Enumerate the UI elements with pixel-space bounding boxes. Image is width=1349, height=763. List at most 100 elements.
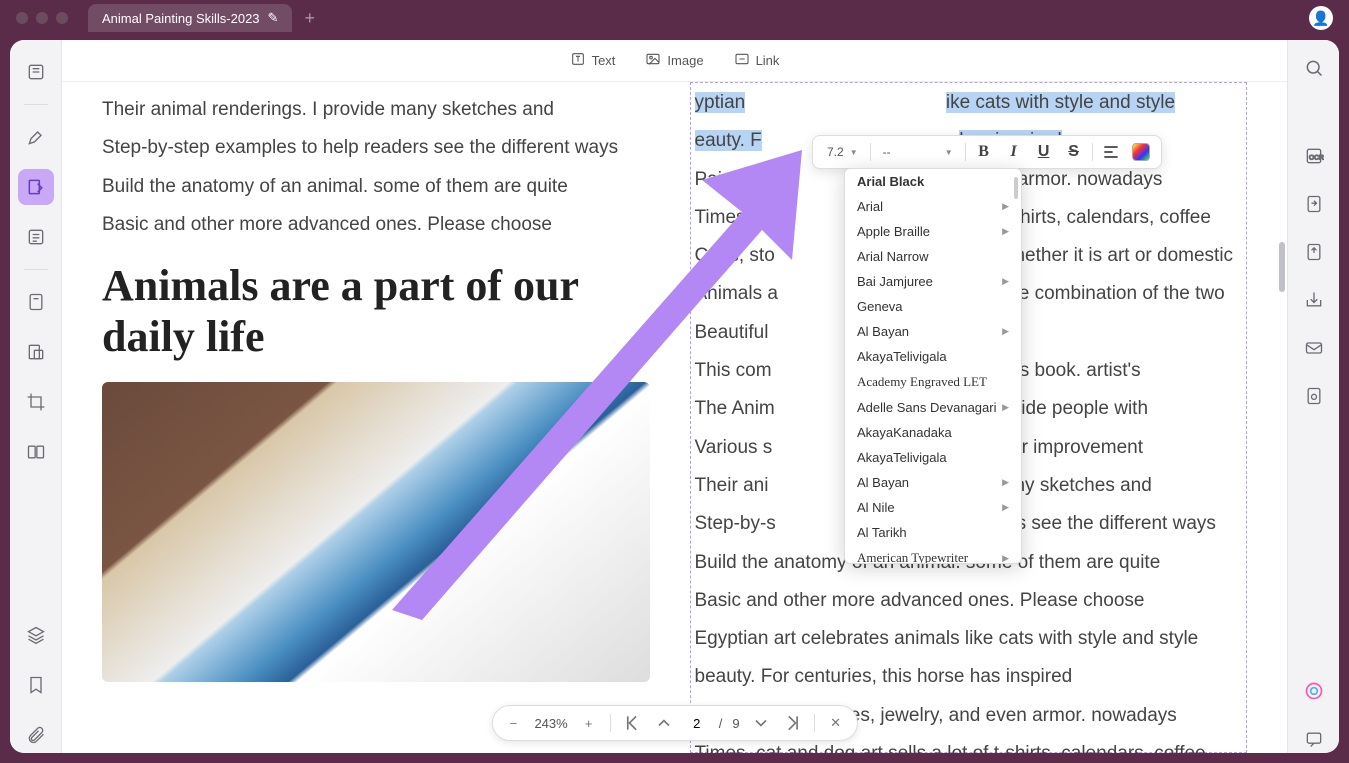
body-text: Egyptian art celebrates animals like cat… (695, 623, 1243, 655)
insert-link-button[interactable]: Link (734, 51, 780, 70)
body-text: Step-by-step examples to help readers se… (102, 132, 650, 164)
font-option[interactable]: Al Tarikh (845, 520, 1021, 545)
chevron-right-icon: ▶ (1002, 553, 1009, 564)
chevron-right-icon: ▶ (1002, 502, 1009, 513)
compare-tool[interactable] (18, 434, 54, 470)
font-option[interactable]: Arial Black (845, 169, 1021, 194)
body-text: Build the anatomy of an animal. some of … (102, 171, 650, 203)
font-option[interactable]: Arial▶ (845, 194, 1021, 219)
ai-button[interactable] (1300, 677, 1328, 705)
font-dropdown: Arial BlackArial▶Apple Braille▶Arial Nar… (844, 168, 1022, 564)
bookmark-tool[interactable] (18, 667, 54, 703)
protect-button[interactable] (1300, 382, 1328, 410)
align-button[interactable] (1097, 138, 1125, 166)
document-area: Text Image Link Their animal renderings.… (62, 40, 1287, 753)
attachment-tool[interactable] (18, 717, 54, 753)
page-tool[interactable] (18, 284, 54, 320)
scrollbar[interactable] (1277, 82, 1287, 753)
text-icon (570, 51, 586, 70)
font-option[interactable]: AkayaTelivigala (845, 344, 1021, 369)
font-option[interactable]: Geneva (845, 294, 1021, 319)
last-page-button[interactable] (782, 712, 804, 734)
article-image (102, 382, 650, 682)
zoom-level: 243% (534, 716, 567, 731)
left-column: Their animal renderings. I provide many … (102, 82, 650, 753)
minimize-window-dot[interactable] (36, 12, 48, 24)
close-pagebar-button[interactable]: ✕ (825, 712, 847, 734)
close-window-dot[interactable] (16, 12, 28, 24)
highlight-tool[interactable] (18, 119, 54, 155)
font-size-select[interactable]: 7.2▼ (819, 139, 866, 165)
chevron-down-icon: ▼ (850, 148, 858, 157)
insert-image-label: Image (667, 53, 703, 68)
app-frame: Text Image Link Their animal renderings.… (10, 40, 1339, 753)
underline-button[interactable]: U (1030, 138, 1058, 166)
body-text: Basic and other more advanced ones. Plea… (695, 585, 1243, 617)
font-option[interactable]: American Typewriter▶ (845, 545, 1021, 564)
font-option[interactable]: Bai Jamjuree▶ (845, 269, 1021, 294)
font-option[interactable]: AkayaKanadaka (845, 420, 1021, 445)
chevron-right-icon: ▶ (1002, 402, 1009, 413)
comments-button[interactable] (1300, 725, 1328, 753)
export-button[interactable] (1300, 238, 1328, 266)
first-page-button[interactable] (621, 712, 643, 734)
share-button[interactable] (1300, 286, 1328, 314)
zoom-in-button[interactable]: + (578, 712, 600, 734)
page-input[interactable] (685, 716, 709, 731)
zoom-out-button[interactable]: − (502, 712, 524, 734)
font-option[interactable]: Adelle Sans Devanagari▶ (845, 395, 1021, 420)
search-button[interactable] (1300, 54, 1328, 82)
ocr-button[interactable]: OCR (1300, 142, 1328, 170)
body-text: yptian art celebrates animals like cats … (695, 87, 1243, 119)
dropdown-scrollbar[interactable] (1014, 177, 1018, 199)
tab-title: Animal Painting Skills-2023 (102, 11, 260, 26)
italic-button[interactable]: I (1000, 138, 1028, 166)
right-toolbar: OCR (1287, 40, 1339, 753)
text-color-button[interactable] (1127, 138, 1155, 166)
chevron-down-icon: ▼ (945, 148, 953, 157)
reader-tool[interactable] (18, 54, 54, 90)
window-controls (16, 12, 68, 24)
font-option[interactable]: Apple Braille▶ (845, 219, 1021, 244)
link-icon (734, 51, 750, 70)
body-text: Their animal renderings. I provide many … (102, 94, 650, 126)
prev-page-button[interactable] (653, 712, 675, 734)
page-total: 9 (732, 716, 739, 731)
chevron-right-icon: ▶ (1002, 226, 1009, 237)
font-option[interactable]: AkayaTelivigala (845, 445, 1021, 470)
insert-text-label: Text (592, 53, 616, 68)
chevron-right-icon: ▶ (1002, 477, 1009, 488)
strikethrough-button[interactable]: S (1060, 138, 1088, 166)
font-family-select[interactable]: --▼ (875, 139, 961, 165)
new-tab-button[interactable]: + (304, 8, 315, 29)
font-option[interactable]: Al Bayan▶ (845, 319, 1021, 344)
image-icon (645, 51, 661, 70)
insert-image-button[interactable]: Image (645, 51, 703, 70)
maximize-window-dot[interactable] (56, 12, 68, 24)
insert-link-label: Link (756, 53, 780, 68)
font-option[interactable]: Al Bayan▶ (845, 470, 1021, 495)
document-tab[interactable]: Animal Painting Skills-2023 ✎ (88, 4, 292, 32)
crop-tool[interactable] (18, 384, 54, 420)
convert-button[interactable] (1300, 190, 1328, 218)
redact-tool[interactable] (18, 334, 54, 370)
next-page-button[interactable] (750, 712, 772, 734)
page-separator: / (719, 716, 723, 731)
font-option[interactable]: Arial Narrow (845, 244, 1021, 269)
body-text: Basic and other more advanced ones. Plea… (102, 209, 650, 241)
text-edit-tool[interactable] (18, 169, 54, 205)
font-option[interactable]: Al Nile▶ (845, 495, 1021, 520)
form-tool[interactable] (18, 219, 54, 255)
svg-text:OCR: OCR (1309, 154, 1324, 161)
font-option[interactable]: Academy Engraved LET (845, 369, 1021, 395)
page-canvas[interactable]: Their animal renderings. I provide many … (62, 82, 1287, 753)
insert-text-button[interactable]: Text (570, 51, 616, 70)
user-avatar[interactable]: 👤 (1309, 6, 1333, 30)
bold-button[interactable]: B (970, 138, 998, 166)
email-button[interactable] (1300, 334, 1328, 362)
heading: Animals are a part of our daily life (102, 261, 650, 362)
left-toolbar (10, 40, 62, 753)
layers-tool[interactable] (18, 617, 54, 653)
chevron-right-icon: ▶ (1002, 201, 1009, 212)
pencil-icon: ✎ (268, 10, 279, 26)
